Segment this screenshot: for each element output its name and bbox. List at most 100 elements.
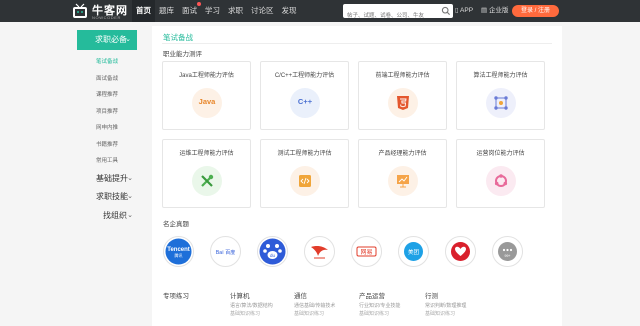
card-label: 测试工程师能力评估 — [277, 151, 332, 157]
section-title-companies: 名企真题 — [163, 221, 189, 228]
practice-aptitude[interactable]: 行测 — [425, 290, 438, 300]
more-count-text: 99+ — [505, 254, 511, 258]
card-label: C/C++工程师能力评估 — [274, 73, 335, 79]
chart-board-icon — [388, 166, 418, 196]
chevron-down-icon: ⌄ — [127, 211, 133, 219]
company-baidu-smart[interactable]: Bai 百度 — [210, 236, 241, 267]
cpp-icon: C++ — [290, 88, 320, 118]
chevron-down-icon: ⌄ — [127, 174, 133, 182]
main-panel: 笔试备战 职业能力测评 Java工程师能力评估 Java C/C++工程师能力评… — [152, 26, 562, 326]
code-doc-shape — [299, 175, 311, 187]
card-cpp-assessment[interactable]: C/C++工程师能力评估 C++ — [260, 61, 349, 130]
meituan-logo: 美团 — [400, 238, 427, 265]
practice-product-ops[interactable]: 产品运营 — [359, 290, 385, 300]
logo-icon — [73, 3, 87, 18]
sidebar: 求职必备 ⌄ 笔试备战 面试备战 课程推荐 项目推荐 网申内推 书籍推荐 常用工… — [77, 30, 137, 225]
cycle-shape — [494, 174, 508, 187]
cycle-icon — [486, 166, 516, 196]
meituan-logo-text: 美团 — [408, 248, 420, 256]
baidu-logo: Bai 百度 — [212, 238, 239, 265]
nav-question-bank[interactable]: 题库 — [155, 0, 178, 22]
chart-board-shape — [397, 175, 409, 188]
tencent-logo: Tencent腾讯 — [165, 238, 192, 265]
sidebar-category-groups[interactable]: 找组织 ⌄ — [77, 207, 137, 226]
practice-telecom[interactable]: 通信 — [294, 290, 307, 300]
baidu-paw-logo: du — [259, 238, 286, 265]
more-icon: 99+ — [494, 238, 521, 265]
search-icon[interactable] — [441, 6, 451, 16]
divider — [162, 43, 552, 44]
login-register-button[interactable]: 登录 / 注册 — [512, 5, 559, 17]
company-netease[interactable]: 网易 — [351, 236, 382, 267]
nav-interview[interactable]: 面试 — [178, 0, 201, 22]
site-logo[interactable]: 牛客网 NOWCODER — [72, 1, 132, 21]
page-title: 笔试备战 — [163, 33, 193, 42]
enterprise-link[interactable]: ▤ 企业版 — [481, 0, 508, 22]
network-shape — [494, 96, 508, 110]
app-link-label: APP — [460, 7, 474, 14]
top-navbar: 牛客网 NOWCODER 首页 题库 面试 学习 求职 讨论区 发现 ▯ APP… — [0, 0, 640, 23]
practice-product-ops-desc: 行业知识/专业技能 — [359, 303, 401, 309]
card-operation-assessment[interactable]: 运营岗位能力评估 — [456, 139, 545, 208]
briefcase-icon: ▤ — [481, 7, 488, 14]
html5-icon — [388, 88, 418, 118]
tools-icon — [192, 166, 222, 196]
code-doc-icon — [290, 166, 320, 196]
company-more[interactable]: 99+ — [492, 236, 523, 267]
sidebar-category-basics[interactable]: 基础提升 ⌄ — [77, 170, 137, 189]
search-box — [343, 4, 453, 23]
phone-icon: ▯ — [455, 7, 459, 14]
company-jd[interactable] — [445, 236, 476, 267]
card-label: 前端工程师能力评估 — [375, 73, 430, 79]
nav-interview-label: 面试 — [182, 6, 197, 15]
company-tencent[interactable]: Tencent 腾讯 — [163, 236, 194, 267]
baidu-du-text: du — [270, 253, 276, 258]
practice-computer-desc: 语言/算法/数据结构 — [230, 303, 273, 309]
card-testing-assessment[interactable]: 测试工程师能力评估 — [260, 139, 349, 208]
card-pm-assessment[interactable]: 产品经理能力评估 — [358, 139, 447, 208]
sidebar-item-tools[interactable]: 常用工具 — [77, 153, 137, 170]
card-label: 产品经理能力评估 — [378, 151, 427, 157]
card-label: 运维工程师能力评估 — [179, 151, 234, 157]
sidebar-item-referral[interactable]: 网申内推 — [77, 120, 137, 137]
chevron-down-icon: ⌄ — [127, 193, 133, 200]
kuaishou-logo — [306, 238, 333, 265]
sidebar-item-courses[interactable]: 课程推荐 — [77, 87, 137, 104]
svg-text:Bai 百度: Bai 百度 — [216, 249, 235, 256]
card-java-assessment[interactable]: Java工程师能力评估 Java — [162, 61, 251, 130]
section-title-ability: 职业能力测评 — [163, 51, 202, 58]
main-nav: 首页 题库 面试 学习 求职 讨论区 发现 — [132, 0, 301, 22]
nav-home[interactable]: 首页 — [132, 0, 155, 22]
sidebar-item-projects[interactable]: 项目推荐 — [77, 104, 137, 121]
card-algorithm-assessment[interactable]: 算法工程师能力评估 — [456, 61, 545, 130]
sidebar-category-skills[interactable]: 求职技能 ⌄ — [77, 188, 137, 207]
sidebar-item-books[interactable]: 书籍推荐 — [77, 137, 137, 154]
java-icon: Java — [192, 88, 222, 118]
sidebar-item-interview-prep[interactable]: 面试备战 — [77, 71, 137, 88]
logo-subtext: NOWCODER — [92, 15, 122, 20]
sidebar-category-label: 求职技能 — [96, 192, 128, 201]
nav-jobs[interactable]: 求职 — [224, 0, 247, 22]
nav-discover[interactable]: 发现 — [278, 0, 301, 22]
nav-learn[interactable]: 学习 — [201, 0, 224, 22]
html5-shape — [397, 96, 409, 110]
search-input[interactable] — [343, 9, 435, 23]
app-link[interactable]: ▯ APP — [455, 0, 473, 22]
card-ops-assessment[interactable]: 运维工程师能力评估 — [162, 139, 251, 208]
enterprise-link-label: 企业版 — [488, 7, 509, 14]
sidebar-item-written-test[interactable]: 笔试备战 — [77, 54, 137, 71]
company-baidu[interactable]: du — [257, 236, 288, 267]
tools-shape — [201, 174, 214, 187]
java-icon-text: Java — [198, 97, 216, 106]
nav-discussion[interactable]: 讨论区 — [247, 0, 278, 22]
chevron-down-icon: ⌄ — [125, 36, 131, 43]
tencent-logo-subtext: 腾讯 — [175, 252, 183, 258]
sidebar-category-label: 基础提升 — [96, 173, 128, 183]
company-meituan[interactable]: 美团 — [398, 236, 429, 267]
section-title-special-practice: 专项练习 — [163, 293, 189, 300]
card-frontend-assessment[interactable]: 前端工程师能力评估 — [358, 61, 447, 130]
sidebar-category-label: 找组织 — [103, 210, 127, 220]
sidebar-head-job-essentials[interactable]: 求职必备 ⌄ — [77, 30, 137, 50]
practice-computer[interactable]: 计算机 — [230, 290, 250, 300]
company-kuaishou[interactable] — [304, 236, 335, 267]
